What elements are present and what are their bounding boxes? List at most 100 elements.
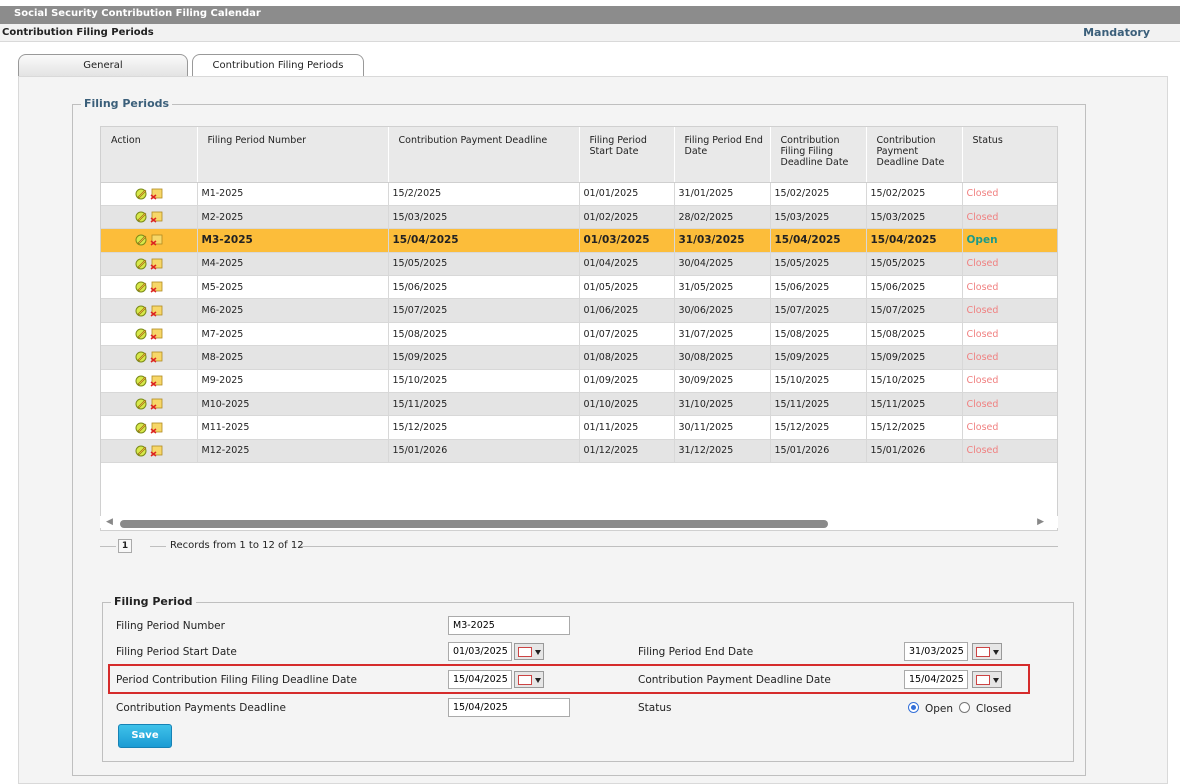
status-cell: Closed [962,252,1057,277]
horizontal-scrollbar[interactable]: ◀ ▶ [100,516,1058,528]
delete-icon[interactable] [150,328,163,340]
calendar-icon [976,675,990,685]
payment-deadline-cell: 15/11/2025 [388,392,580,417]
table-row[interactable]: M5-2025 15/06/2025 01/05/2025 31/05/2025 15/… [101,275,1057,300]
table-row[interactable]: M3-2025 15/04/2025 01/03/2025 31/03/2025 15/… [101,228,1057,253]
delete-icon[interactable] [150,398,163,410]
table-body: M1-2025 15/2/2025 01/01/2025 31/01/2025 15/0… [101,182,1057,510]
chevron-down-icon [993,678,999,683]
end-date-cell: 31/10/2025 [674,392,771,417]
delete-icon[interactable] [150,422,163,434]
pager-divider [100,546,116,547]
table-row[interactable]: M12-2025 15/01/2026 01/12/2025 31/12/2025 15… [101,439,1057,464]
filing-period-number-input[interactable] [448,616,570,635]
edit-icon[interactable] [135,398,148,410]
empty-cell [101,462,197,487]
payment-deadline-date-calendar-button[interactable] [972,671,1002,688]
table-row[interactable]: M2-2025 15/03/2025 01/02/2025 28/02/2025 15/… [101,205,1057,230]
mandatory-label: Mandatory [1083,26,1150,39]
column-header-start-date[interactable]: Filing Period Start Date [579,127,675,183]
payment-deadline-date-cell: 15/11/2025 [866,392,963,417]
status-open-radio[interactable] [908,702,919,713]
action-cell [101,369,198,394]
end-date-cell: 30/11/2025 [674,415,771,440]
delete-icon[interactable] [150,258,163,270]
scrollbar-thumb[interactable] [120,520,828,528]
filing-period-number-cell: M1-2025 [197,182,389,206]
column-header-filing-period-number[interactable]: Filing Period Number [197,127,389,183]
delete-icon[interactable] [150,211,163,223]
table-row[interactable]: M10-2025 15/11/2025 01/10/2025 31/10/2025 15… [101,392,1057,417]
scroll-right-icon[interactable]: ▶ [1037,517,1044,527]
start-date-calendar-button[interactable] [514,643,544,660]
column-header-payment-deadline-date[interactable]: Contribution Payment Deadline Date [866,127,963,183]
table-row[interactable]: M7-2025 15/08/2025 01/07/2025 31/07/2025 15/… [101,322,1057,347]
table-row[interactable]: M1-2025 15/2/2025 01/01/2025 31/01/2025 15/0… [101,182,1057,206]
calendar-icon [518,675,532,685]
scroll-left-icon[interactable]: ◀ [106,517,113,527]
edit-icon[interactable] [135,211,148,223]
pager-divider [300,546,1058,547]
start-date-input[interactable] [448,642,512,661]
status-cell: Closed [962,182,1057,206]
start-date-cell: 01/10/2025 [579,392,675,417]
edit-icon[interactable] [135,188,148,200]
edit-icon[interactable] [135,258,148,270]
delete-icon[interactable] [150,188,163,200]
payment-deadline-cell: 15/07/2025 [388,298,580,323]
end-date-calendar-button[interactable] [972,643,1002,660]
delete-icon[interactable] [150,375,163,387]
filing-period-number-cell: M2-2025 [197,205,389,230]
table-row[interactable]: M8-2025 15/09/2025 01/08/2025 30/08/2025 15/… [101,345,1057,370]
status-closed-radio[interactable] [959,702,970,713]
edit-icon[interactable] [135,234,148,246]
end-date-input[interactable] [904,642,968,661]
calendar-icon [976,647,990,657]
empty-cell [770,462,866,487]
save-button[interactable]: Save [118,724,172,748]
empty-row [101,462,1057,487]
delete-icon[interactable] [150,281,163,293]
edit-icon[interactable] [135,422,148,434]
payments-deadline-input[interactable] [448,698,570,717]
filing-deadline-input[interactable] [448,670,512,689]
action-cell [101,228,198,253]
filing-period-number-cell: M7-2025 [197,322,389,347]
filing-period-number-cell: M6-2025 [197,298,389,323]
delete-icon[interactable] [150,305,163,317]
edit-icon[interactable] [135,328,148,340]
column-header-status[interactable]: Status [962,127,1057,183]
table-row[interactable]: M6-2025 15/07/2025 01/06/2025 30/06/2025 15/… [101,298,1057,323]
tab-general[interactable]: General [18,54,188,77]
payment-deadline-date-label: Contribution Payment Deadline Date [638,674,831,686]
delete-icon[interactable] [150,445,163,457]
page-button-1[interactable]: 1 [118,539,132,553]
edit-icon[interactable] [135,305,148,317]
edit-icon[interactable] [135,445,148,457]
table-row[interactable]: M11-2025 15/12/2025 01/11/2025 30/11/2025 15… [101,415,1057,440]
column-header-action[interactable]: Action [101,127,198,183]
delete-icon[interactable] [150,351,163,364]
column-header-filing-deadline-date[interactable]: Contribution Filing Filing Deadline Date [770,127,867,183]
column-header-end-date[interactable]: Filing Period End Date [674,127,771,183]
filing-deadline-calendar-button[interactable] [514,671,544,688]
table-row[interactable]: M9-2025 15/10/2025 01/09/2025 30/09/2025 15/… [101,369,1057,394]
edit-icon[interactable] [135,281,148,293]
start-date-cell: 01/03/2025 [579,228,675,253]
records-count: Records from 1 to 12 of 12 [170,540,304,551]
delete-icon[interactable] [150,234,163,247]
tab-contribution-filing-periods[interactable]: Contribution Filing Periods [192,54,364,78]
payment-deadline-date-input[interactable] [904,670,968,689]
payment-deadline-date-cell: 15/08/2025 [866,322,963,347]
filing-deadline-cell: 15/12/2025 [770,415,867,440]
filing-period-number-cell: M10-2025 [197,392,389,417]
filing-deadline-cell: 15/07/2025 [770,298,867,323]
edit-icon[interactable] [135,351,148,363]
end-date-cell: 28/02/2025 [674,205,771,230]
column-header-contribution-payment-deadline[interactable]: Contribution Payment Deadline [388,127,580,183]
empty-cell [101,486,197,510]
edit-icon[interactable] [135,375,148,387]
table-row[interactable]: M4-2025 15/05/2025 01/04/2025 30/04/2025 15/… [101,252,1057,277]
action-cell [101,392,198,417]
filing-deadline-cell: 15/08/2025 [770,322,867,347]
